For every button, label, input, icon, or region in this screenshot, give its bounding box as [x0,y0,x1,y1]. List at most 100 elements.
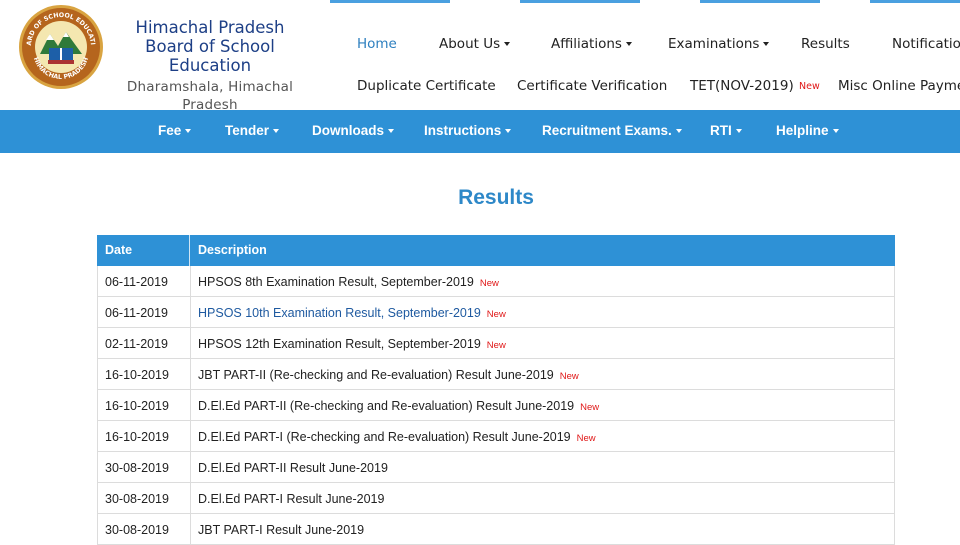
column-divider [190,297,191,327]
table-body: 06-11-2019 HPSOS 8th Examination Result, … [97,266,895,545]
main-nav-label: Tender [225,123,270,138]
row-date: 06-11-2019 [105,275,169,289]
org-name-line2: Board of School Education [145,37,275,75]
caret-down-icon [763,42,770,46]
org-name-line1: Himachal Pradesh [135,18,285,37]
page-title: Results [458,186,534,209]
new-badge: New [479,278,499,289]
column-header-date: Date [105,243,133,257]
caret-down-icon [185,129,192,134]
row-date: 30-08-2019 [105,492,169,506]
top-accent-line [870,0,960,3]
main-nav-fee[interactable]: Fee [158,123,192,138]
main-nav-helpline[interactable]: Helpline [776,123,839,138]
board-seal-logo[interactable]: BOARD OF SCHOOL EDUCATION HIMACHAL PRADE… [18,4,104,90]
row-description-link[interactable]: JBT PART-II (Re-checking and Re-evaluati… [198,368,579,382]
org-brand[interactable]: Himachal Pradesh Board of School Educati… [110,18,310,114]
nav-examinations[interactable]: Examinations [668,36,770,52]
nav-misc-online-payment[interactable]: Misc Online Payment [838,78,960,94]
caret-down-icon [388,129,395,134]
row-description-link[interactable]: JBT PART-I Result June-2019 [198,523,364,537]
nav-certificate-verification[interactable]: Certificate Verification [517,78,667,94]
nav-label: Duplicate Certificate [357,78,496,94]
caret-down-icon [273,129,280,134]
row-description-text: HPSOS 12th Examination Result, September… [198,337,481,351]
top-accent-line [700,0,820,3]
main-nav-label: Instructions [424,123,502,138]
column-divider [190,390,191,420]
main-nav-label: Fee [158,123,182,138]
nav-home[interactable]: Home [357,36,397,52]
row-description-text: JBT PART-II (Re-checking and Re-evaluati… [198,368,554,382]
row-date: 16-10-2019 [105,399,169,413]
column-divider [190,421,191,451]
nav-results[interactable]: Results [801,36,850,52]
row-date: 16-10-2019 [105,368,169,382]
nav-duplicate-certificate[interactable]: Duplicate Certificate [357,78,496,94]
nav-label: Certificate Verification [517,78,668,94]
row-description-link[interactable]: D.El.Ed PART-II (Re-checking and Re-eval… [198,399,599,413]
nav-label: Affiliations [551,36,622,52]
top-accent-line [330,0,450,3]
new-badge: New [799,81,820,92]
table-row: 30-08-2019 D.El.Ed PART-I Result June-201… [97,483,895,514]
row-description-link[interactable]: HPSOS 10th Examination Result, September… [198,306,506,320]
caret-down-icon [504,42,511,46]
table-row: 16-10-2019 D.El.Ed PART-I (Re-checking an… [97,421,895,452]
caret-down-icon [505,129,512,134]
row-description-link[interactable]: D.El.Ed PART-I (Re-checking and Re-evalu… [198,430,596,444]
row-date: 16-10-2019 [105,430,169,444]
nav-label: Notifications [892,36,960,52]
caret-down-icon [675,129,682,134]
results-table: Date Description 06-11-2019 HPSOS 8th Exa… [97,235,895,545]
column-header-description: Description [198,243,267,257]
nav-label: Results [801,36,850,52]
nav-about-us[interactable]: About Us [439,36,511,52]
new-badge: New [576,433,596,444]
main-nav-label: Downloads [312,123,385,138]
table-row: 16-10-2019 JBT PART-II (Re-checking and R… [97,359,895,390]
nav-tet[interactable]: TET(NOV-2019) [690,78,794,94]
table-row: 06-11-2019 HPSOS 10th Examination Result,… [97,297,895,328]
row-description-text: JBT PART-I Result June-2019 [198,523,365,537]
main-nav-instructions[interactable]: Instructions [424,123,512,138]
caret-down-icon [625,42,632,46]
column-divider [190,483,191,513]
row-description-link[interactable]: HPSOS 12th Examination Result, September… [198,337,506,351]
main-nav-tender[interactable]: Tender [225,123,280,138]
top-accent-line [520,0,640,3]
row-description-text: HPSOS 10th Examination Result, September… [198,306,481,320]
org-location: Dharamshala, Himachal Pradesh [126,79,294,113]
column-divider [190,359,191,389]
new-badge: New [486,340,506,351]
new-badge: New [559,371,579,382]
row-date: 30-08-2019 [105,461,169,475]
new-badge: New [580,402,600,413]
row-description-link[interactable]: D.El.Ed PART-I Result June-2019 [198,492,384,506]
row-description-link[interactable]: HPSOS 8th Examination Result, September-… [198,275,499,289]
nav-label: Home [357,36,397,52]
nav-label: About Us [439,36,501,52]
main-nav-bar: Fee Tender Downloads Instructions Recrui… [0,110,960,153]
row-date: 30-08-2019 [105,523,169,537]
table-row: 02-11-2019 HPSOS 12th Examination Result,… [97,328,895,359]
column-divider [190,452,191,482]
nav-label: TET(NOV-2019) [690,78,794,94]
table-row: 30-08-2019 JBT PART-I Result June-2019 [97,514,895,545]
nav-affiliations[interactable]: Affiliations [551,36,632,52]
caret-down-icon [735,129,742,134]
main-nav-rti[interactable]: RTI [710,123,742,138]
row-description-link[interactable]: D.El.Ed PART-II Result June-2019 [198,461,388,475]
nav-notifications[interactable]: Notifications [892,36,960,52]
row-description-text: D.El.Ed PART-I (Re-checking and Re-evalu… [198,430,571,444]
row-description-text: D.El.Ed PART-II (Re-checking and Re-eval… [198,399,575,413]
column-divider [190,328,191,358]
column-divider [190,266,191,296]
row-description-text: D.El.Ed PART-I Result June-2019 [198,492,385,506]
nav-label: Misc Online Payment [838,78,960,94]
table-row: 06-11-2019 HPSOS 8th Examination Result, … [97,266,895,297]
column-divider [189,235,190,266]
main-nav-recruitment-exams[interactable]: Recruitment Exams. [542,123,682,138]
site-header: BOARD OF SCHOOL EDUCATION HIMACHAL PRADE… [0,0,960,113]
main-nav-downloads[interactable]: Downloads [312,123,395,138]
